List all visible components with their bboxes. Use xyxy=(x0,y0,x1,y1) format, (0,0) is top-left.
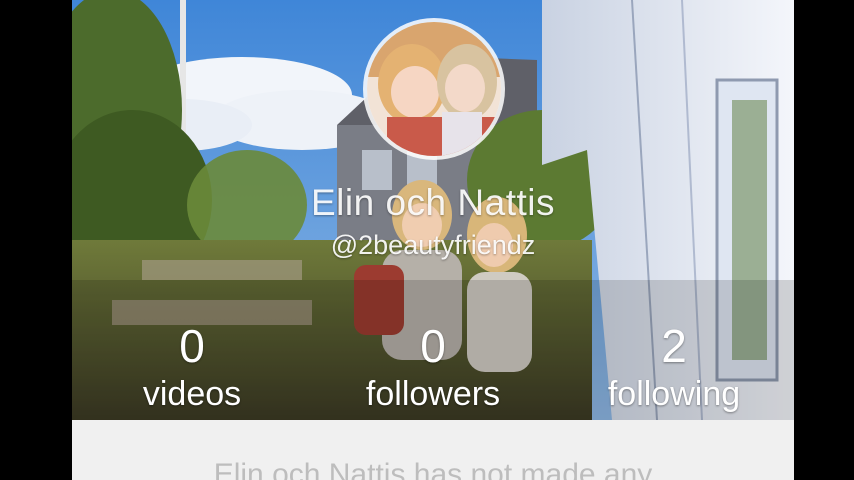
stat-followers[interactable]: 0 followers xyxy=(333,322,533,414)
profile-avatar[interactable] xyxy=(367,22,501,156)
stat-videos[interactable]: 0 videos xyxy=(92,322,292,414)
stat-followers-label: followers xyxy=(365,375,501,413)
stat-following[interactable]: 2 following xyxy=(574,322,774,414)
stat-videos-count: 0 xyxy=(179,320,205,372)
profile-screen: Elin och Nattis @2beautyfriendz 0 videos… xyxy=(72,0,794,480)
profile-username: @2beautyfriendz xyxy=(330,230,536,260)
profile-display-name: Elin och Nattis xyxy=(311,182,555,223)
profile-header: Elin och Nattis @2beautyfriendz 0 videos… xyxy=(72,0,794,420)
stat-following-count: 2 xyxy=(661,320,687,372)
videos-feed: Elin och Nattis has not made any xyxy=(72,420,794,480)
stat-followers-count: 0 xyxy=(420,320,446,372)
avatar-photo xyxy=(367,22,501,156)
empty-state-message: Elin och Nattis has not made any xyxy=(213,458,653,480)
stat-videos-label: videos xyxy=(142,375,242,413)
stat-following-label: following xyxy=(607,375,741,413)
